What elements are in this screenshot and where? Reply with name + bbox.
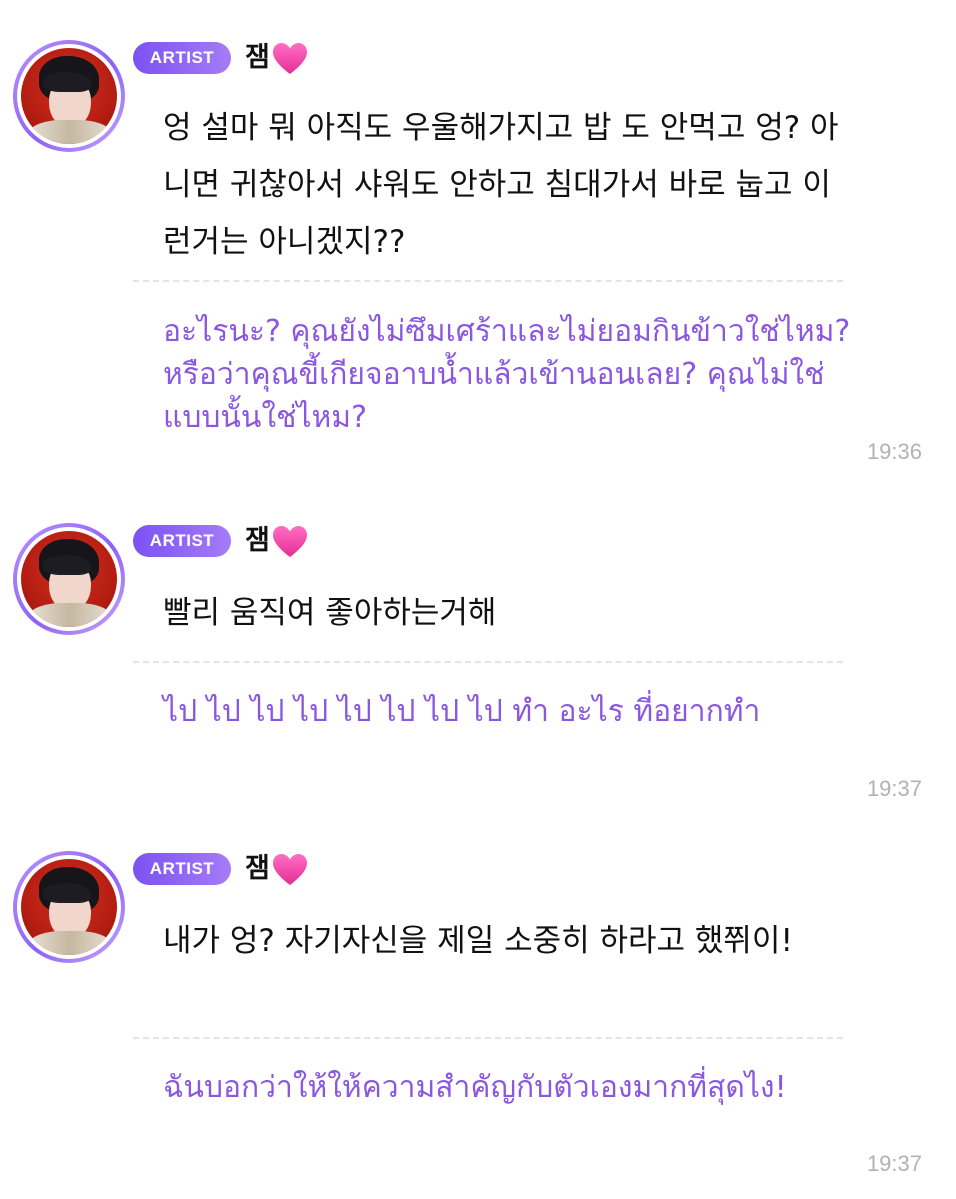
avatar[interactable]: [13, 523, 125, 635]
avatar[interactable]: [13, 40, 125, 152]
message-text-korean: 빨리 움직여 좋아하는거해: [163, 595, 497, 631]
author-name: 잼: [245, 525, 270, 556]
divider: [133, 1037, 843, 1039]
avatar[interactable]: [13, 851, 125, 963]
artist-badge: ARTIST: [133, 853, 231, 885]
artist-badge: ARTIST: [133, 525, 231, 557]
message-translation: อะไรนะ? คุณยังไม่ซึมเศร้าและไม่ยอมกินข้า…: [163, 314, 851, 435]
avatar-photo: [21, 531, 117, 627]
avatar-photo: [21, 48, 117, 144]
timestamp: 19:37: [866, 776, 922, 801]
divider: [133, 280, 843, 282]
pink-heart-icon: [273, 526, 307, 557]
timestamp: 19:37: [866, 1151, 922, 1176]
divider: [133, 661, 843, 663]
message-translation: ฉันบอกว่าให้ให้ความสำคัญกับตัวเองมากที่ส…: [163, 1070, 787, 1105]
artist-badge: ARTIST: [133, 42, 231, 74]
message-text-korean: 내가 엉? 자기자신을 제일 소중히 하라고 했쮜이!: [163, 923, 793, 959]
timestamp: 19:36: [866, 439, 922, 464]
author-name: 잼: [245, 853, 270, 884]
author-name: 잼: [245, 42, 270, 73]
message-feed: ARTIST 잼 엉 설마 뭐 아직도 우울해가지고 밥 도 안먹고 엉? 아니…: [0, 0, 956, 1199]
pink-heart-icon: [273, 43, 307, 74]
message-text-korean: 엉 설마 뭐 아직도 우울해가지고 밥 도 안먹고 엉? 아니면 귀찮아서 샤워…: [163, 110, 839, 260]
avatar-photo: [21, 859, 117, 955]
message-translation: ไป ไป ไป ไป ไป ไป ไป ไป ทำ อะไร ที่อยากท…: [163, 694, 761, 729]
pink-heart-icon: [273, 854, 307, 885]
